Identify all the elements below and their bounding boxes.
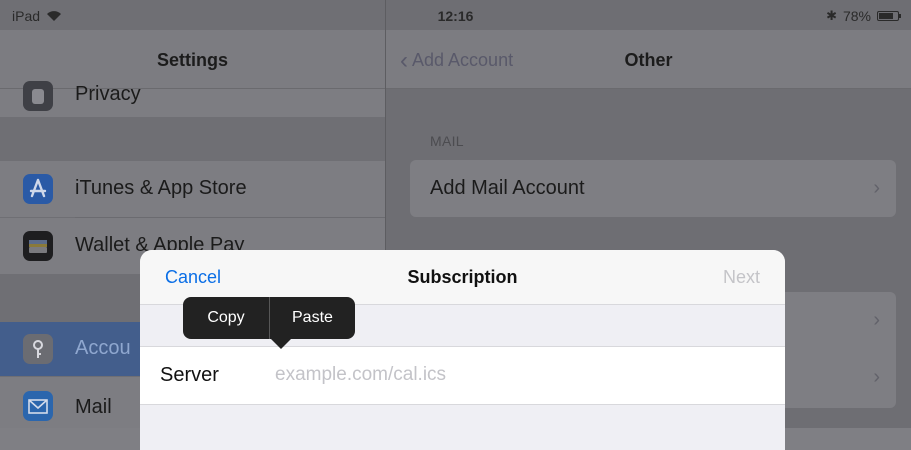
sidebar-item-privacy[interactable]: Privacy: [0, 81, 385, 117]
chevron-right-icon: ›: [873, 366, 880, 388]
paste-button[interactable]: Paste: [270, 297, 355, 339]
server-input[interactable]: [275, 361, 715, 389]
mail-icon: [23, 391, 53, 421]
next-button[interactable]: Next: [723, 267, 760, 288]
page-title: Other: [624, 50, 673, 70]
chevron-right-icon: ›: [873, 177, 880, 199]
add-mail-account-label: Add Mail Account: [430, 177, 585, 199]
edit-menu: Copy Paste: [183, 297, 355, 349]
sidebar-item-itunes-app-store[interactable]: iTunes & App Store: [0, 161, 385, 217]
bluetooth-icon: ✱: [826, 8, 837, 23]
wallet-icon: [23, 231, 53, 261]
add-mail-account-row[interactable]: Add Mail Account ›: [410, 160, 896, 217]
status-right: ✱ 78%: [826, 8, 901, 24]
copy-button[interactable]: Copy: [183, 297, 269, 339]
menu-pointer: [271, 339, 291, 349]
settings-title: Settings: [156, 50, 228, 70]
key-icon: [23, 334, 53, 364]
subscription-sheet: Cancel Subscription Next Server: [140, 250, 785, 450]
status-time: 12:16: [437, 8, 474, 24]
chevron-right-icon: ›: [873, 309, 880, 331]
server-field-row[interactable]: Server: [140, 346, 785, 405]
battery-percent: 78%: [842, 8, 871, 24]
app-store-icon: [23, 174, 53, 204]
battery-icon: [877, 11, 901, 21]
sidebar-item-label: Privacy: [75, 83, 141, 105]
hand-icon: [23, 81, 53, 111]
sidebar-item-label: Mail: [75, 396, 112, 418]
sheet-title: Subscription: [407, 267, 518, 287]
sidebar-item-label: iTunes & App Store: [75, 177, 247, 199]
sidebar-item-label: Accou: [75, 337, 131, 359]
server-label: Server: [160, 364, 219, 386]
section-header-mail: MAIL: [430, 133, 464, 149]
